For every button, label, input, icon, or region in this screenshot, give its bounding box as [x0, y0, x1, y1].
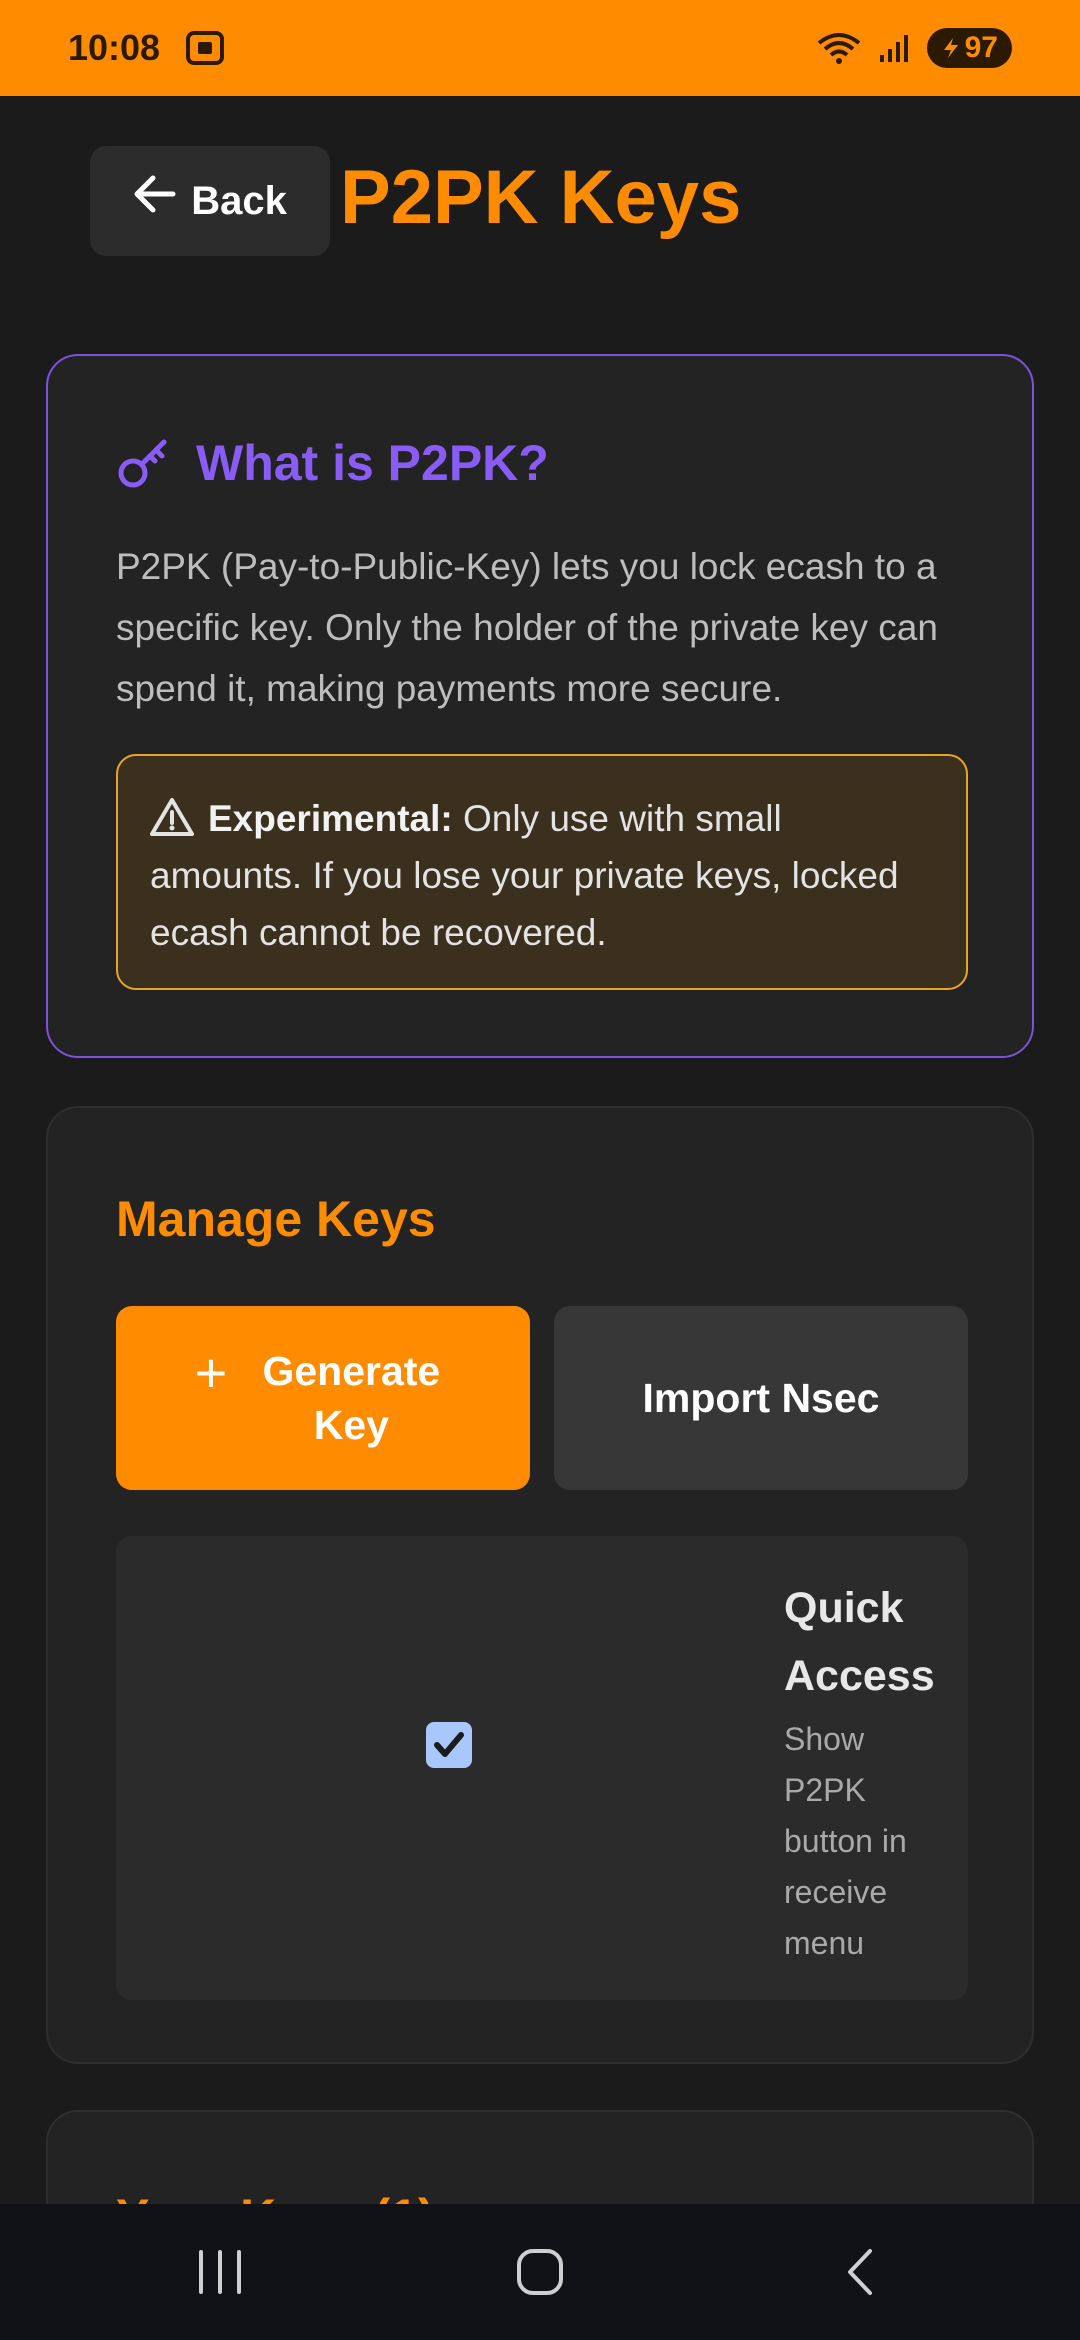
- status-time: 10:08: [68, 27, 161, 68]
- quick-access-title: Quick Access: [784, 1584, 935, 1700]
- page-title: P2PK Keys: [340, 155, 742, 240]
- import-nsec-button[interactable]: Import Nsec: [554, 1306, 968, 1490]
- battery-icon: 97: [926, 28, 1012, 68]
- arrow-left-icon: [134, 175, 176, 213]
- warning-label: Experimental:: [208, 798, 453, 839]
- manage-keys-card: Manage Keys + Generate Key Import Nsec Q…: [46, 1106, 1034, 2064]
- check-icon: [434, 1732, 464, 1757]
- system-nav-bar: [0, 2204, 1080, 2340]
- page-header: Back P2PK Keys: [0, 96, 1080, 326]
- plus-icon: +: [194, 1341, 228, 1404]
- warning-icon: [150, 798, 194, 836]
- quick-access-setting: Quick Access Show P2PK button in receive…: [116, 1536, 968, 2000]
- recent-apps-icon: [199, 2250, 241, 2294]
- status-bar: 10:08 97: [0, 0, 1080, 96]
- quick-access-checkbox[interactable]: [426, 1722, 472, 1768]
- info-title: What is P2PK?: [196, 435, 549, 491]
- battery-level: 97: [964, 31, 998, 64]
- nav-back-button[interactable]: [800, 2232, 920, 2312]
- wifi-icon: [817, 33, 860, 64]
- nav-back-icon: [848, 2249, 872, 2295]
- screenshot-icon: [186, 31, 225, 65]
- back-label: Back: [191, 178, 287, 223]
- back-button[interactable]: Back: [90, 146, 330, 256]
- recent-apps-button[interactable]: [160, 2232, 280, 2312]
- signal-icon: [879, 35, 908, 62]
- generate-key-label: Generate Key: [262, 1348, 441, 1448]
- info-card: What is P2PK? P2PK (Pay-to-Public-Key) l…: [46, 354, 1034, 1058]
- generate-key-button[interactable]: + Generate Key: [116, 1306, 530, 1490]
- key-icon: [118, 439, 167, 488]
- status-icons: 97: [817, 28, 1012, 68]
- home-icon: [517, 2249, 563, 2295]
- quick-access-subtitle: Show P2PK button in receive menu: [784, 1721, 907, 1961]
- home-button[interactable]: [480, 2232, 600, 2312]
- manage-keys-title: Manage Keys: [116, 1191, 436, 1247]
- info-title-row: What is P2PK?: [116, 434, 549, 492]
- warning-box: Experimental: Only use with small amount…: [116, 754, 968, 990]
- info-description: P2PK (Pay-to-Public-Key) lets you lock e…: [116, 546, 938, 709]
- import-nsec-label: Import Nsec: [642, 1374, 880, 1421]
